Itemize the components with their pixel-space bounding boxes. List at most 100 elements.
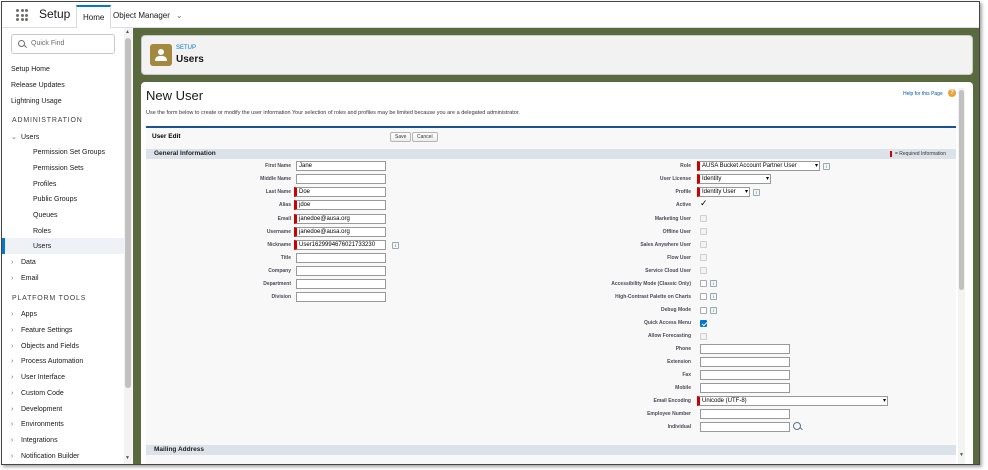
sales-anywhere-user-checkbox[interactable]: [700, 241, 707, 248]
app-launcher-icon[interactable]: [16, 9, 28, 21]
setup-sidebar: Quick Find Setup Home Release Updates Li…: [2, 28, 132, 464]
chevron-right-icon[interactable]: ›: [11, 390, 21, 397]
chevron-right-icon[interactable]: ›: [11, 275, 21, 282]
mobile-input[interactable]: [700, 383, 790, 393]
division-input[interactable]: [296, 292, 386, 302]
quick-find-placeholder: Quick Find: [31, 40, 65, 47]
scroll-up-icon[interactable]: ▲: [125, 29, 130, 35]
sidebar-item-apps[interactable]: › Apps: [11, 311, 37, 318]
help-icon[interactable]: ?: [948, 89, 956, 97]
search-icon: [18, 40, 25, 47]
company-input[interactable]: [296, 266, 386, 276]
middle-name-input[interactable]: [296, 174, 386, 184]
sidebar-item-data[interactable]: › Data: [11, 259, 36, 266]
title-input[interactable]: [296, 253, 386, 263]
chevron-right-icon[interactable]: ›: [11, 437, 21, 444]
content-scroll-thumb[interactable]: [959, 90, 964, 290]
username-input[interactable]: janedoe@ausa.org: [294, 227, 386, 237]
offline-user-checkbox[interactable]: [700, 228, 707, 235]
sidebar-item-email[interactable]: › Email: [11, 275, 39, 282]
sidebar-item-feature-settings[interactable]: › Feature Settings: [11, 327, 72, 334]
sidebar-item-objects-and-fields[interactable]: › Objects and Fields: [11, 343, 79, 350]
sidebar-item-users-group[interactable]: ⌄ Users: [11, 133, 39, 141]
email-encoding-select[interactable]: Unicode (UTF-8) ▾: [697, 396, 888, 406]
chevron-right-icon[interactable]: ›: [11, 259, 21, 266]
quick-find-input[interactable]: Quick Find: [11, 34, 115, 54]
chevron-right-icon[interactable]: ›: [11, 453, 21, 460]
sidebar-item-development[interactable]: › Development: [11, 406, 62, 413]
allow-forecasting-checkbox[interactable]: [700, 333, 707, 340]
sidebar-item-profiles[interactable]: Profiles: [33, 181, 56, 188]
chevron-right-icon[interactable]: ›: [11, 343, 21, 350]
high-contrast-checkbox[interactable]: [700, 293, 707, 300]
chevron-right-icon[interactable]: ›: [11, 327, 21, 334]
service-cloud-user-checkbox[interactable]: [700, 267, 707, 274]
debug-mode-checkbox[interactable]: [700, 307, 707, 314]
content-scrollbar[interactable]: ▼: [958, 88, 965, 464]
lookup-icon[interactable]: [793, 422, 801, 430]
extension-input[interactable]: [700, 357, 790, 367]
info-icon[interactable]: i: [753, 189, 760, 196]
scroll-down-icon[interactable]: ▼: [125, 455, 130, 461]
profile-select[interactable]: Identity User ▾: [697, 187, 750, 197]
marketing-user-checkbox[interactable]: [700, 215, 707, 222]
chevron-right-icon[interactable]: ›: [11, 311, 21, 318]
phone-input[interactable]: [700, 344, 790, 354]
chevron-down-icon[interactable]: ⌄: [11, 133, 21, 141]
quick-access-menu-label: Quick Access Menu: [643, 320, 691, 326]
sidebar-item-permission-set-groups[interactable]: Permission Set Groups: [33, 149, 105, 156]
sidebar-item-public-groups[interactable]: Public Groups: [33, 196, 77, 203]
info-icon[interactable]: i: [710, 280, 717, 287]
sidebar-item-label: Data: [21, 259, 36, 266]
chevron-right-icon[interactable]: ›: [11, 358, 21, 365]
info-icon[interactable]: i: [392, 242, 399, 249]
alias-input[interactable]: jdoe: [294, 200, 386, 210]
sidebar-item-queues[interactable]: Queues: [33, 212, 58, 219]
sidebar-item-users[interactable]: Users: [33, 243, 51, 250]
quick-access-menu-checkbox[interactable]: [700, 320, 707, 327]
employee-number-input[interactable]: [700, 409, 790, 419]
sidebar-item-environments[interactable]: › Environments: [11, 421, 64, 428]
chevron-down-icon[interactable]: ⌄: [176, 11, 183, 20]
sidebar-selected-indicator: [2, 238, 124, 254]
sidebar-item-permission-sets[interactable]: Permission Sets: [33, 165, 84, 172]
info-icon[interactable]: i: [710, 293, 717, 300]
sidebar-item-setup-home[interactable]: Setup Home: [11, 66, 50, 73]
save-button[interactable]: Save: [390, 132, 412, 142]
sidebar-item-notification-builder[interactable]: › Notification Builder: [11, 453, 79, 460]
nickname-input[interactable]: User1629994676021733230: [294, 240, 386, 250]
flow-user-checkbox[interactable]: [700, 254, 707, 261]
sidebar-item-custom-code[interactable]: › Custom Code: [11, 390, 64, 397]
sidebar-scroll-thumb[interactable]: [125, 38, 131, 388]
role-select[interactable]: AUSA Bucket Account Partner User ▾: [697, 161, 820, 171]
scroll-down-icon[interactable]: ▼: [959, 452, 964, 458]
help-link[interactable]: Help for this Page: [903, 91, 943, 97]
sidebar-scrollbar[interactable]: ▲ ▼: [124, 28, 132, 464]
email-input[interactable]: janedoe@ausa.org: [294, 214, 386, 224]
header-breadcrumb[interactable]: SETUP: [176, 45, 196, 51]
sidebar-item-process-automation[interactable]: › Process Automation: [11, 358, 83, 365]
username-label: Username: [266, 229, 291, 235]
user-license-select[interactable]: Identity ▾: [697, 174, 771, 184]
chevron-right-icon[interactable]: ›: [11, 421, 21, 428]
first-name-input[interactable]: Jane: [296, 161, 386, 171]
sidebar-item-lightning-usage[interactable]: Lightning Usage: [11, 98, 62, 105]
offline-user-label: Offline User: [662, 229, 691, 235]
chevron-right-icon[interactable]: ›: [11, 406, 21, 413]
sidebar-item-user-interface[interactable]: › User Interface: [11, 374, 65, 381]
last-name-input[interactable]: Doe: [294, 187, 386, 197]
chevron-right-icon[interactable]: ›: [11, 374, 21, 381]
active-checkmark-icon[interactable]: ✓: [700, 198, 708, 209]
individual-input[interactable]: [700, 422, 790, 432]
accessibility-mode-checkbox[interactable]: [700, 280, 707, 287]
info-icon[interactable]: i: [710, 307, 717, 314]
sidebar-item-integrations[interactable]: › Integrations: [11, 437, 58, 444]
department-input[interactable]: [296, 279, 386, 289]
fax-input[interactable]: [700, 370, 790, 380]
info-icon[interactable]: i: [823, 163, 830, 170]
tab-object-manager[interactable]: Object Manager ⌄: [107, 5, 189, 28]
sidebar-item-roles[interactable]: Roles: [33, 228, 51, 235]
sidebar-item-release-updates[interactable]: Release Updates: [11, 82, 65, 89]
mobile-label: Mobile: [675, 385, 691, 391]
cancel-button[interactable]: Cancel: [412, 132, 438, 142]
